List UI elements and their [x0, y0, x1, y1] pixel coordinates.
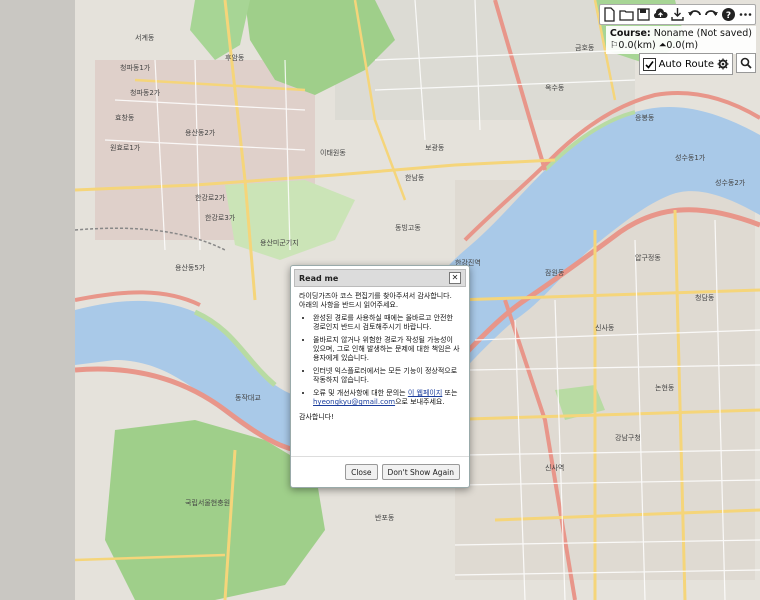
map-place-label: 신사역 — [545, 463, 564, 472]
map-place-label: 원효로1가 — [110, 143, 141, 152]
map-place-label: 용산동5가 — [175, 263, 206, 272]
checkmark-icon — [644, 60, 654, 69]
map-place-label: 성수동2가 — [715, 178, 746, 187]
readme-dialog: Read me ✕ 라이딩가즈아 코스 편집기를 찾아주셔서 감사합니다. 아래의… — [290, 265, 470, 488]
search-icon — [740, 57, 752, 69]
svg-text:?: ? — [726, 11, 731, 21]
map-place-label: 응봉동 — [635, 114, 655, 122]
dialog-titlebar: Read me ✕ — [294, 269, 466, 287]
more-icon — [739, 13, 752, 16]
cloud-upload-button[interactable] — [653, 7, 668, 22]
save-icon — [637, 8, 650, 21]
help-button[interactable]: ? — [721, 7, 736, 22]
contact-prefix: 오류 및 개선사항에 대한 문의는 — [313, 389, 408, 397]
map-place-label: 한남동 — [405, 173, 425, 182]
redo-icon — [705, 10, 718, 16]
course-info: Course: Noname (Not saved) ⚐0.0(km) ⏶0.0… — [605, 26, 756, 54]
dialog-close-icon[interactable]: ✕ — [449, 272, 461, 284]
left-panel — [0, 0, 75, 600]
map-place-label: 청파동2가 — [130, 88, 161, 97]
open-folder-icon — [619, 10, 634, 21]
search-button[interactable] — [736, 53, 756, 73]
email-link[interactable]: hyeongkyu@gmail.com — [313, 398, 395, 406]
contact-suffix: 으로 보내주세요. — [395, 398, 445, 406]
dialog-intro: 라이딩가즈아 코스 편집기를 찾아주셔서 감사합니다. 아래의 사항을 반드시 읽… — [299, 292, 461, 310]
auto-route-checkbox[interactable] — [642, 57, 656, 71]
map-place-label: 성수동1가 — [675, 153, 706, 162]
auto-route-label: Auto Route — [658, 58, 714, 70]
dont-show-again-button[interactable]: Don't Show Again — [381, 464, 460, 480]
new-file-button[interactable] — [602, 7, 617, 22]
redo-button[interactable] — [704, 7, 719, 22]
map-place-label: 한강로3가 — [205, 213, 236, 222]
dialog-bullet: 완성된 경로를 사용하실 때에는 올바르고 안전한 경로인지 반드시 검토해주시… — [313, 314, 461, 332]
map-place-label: 이태원동 — [320, 148, 346, 157]
download-button[interactable] — [670, 7, 685, 22]
course-distance: 0.0(km) — [618, 40, 656, 51]
map-place-label: 반포동 — [375, 513, 395, 522]
map-place-label: 금호동 — [575, 44, 595, 52]
map-place-label: 용산동2가 — [185, 128, 216, 137]
download-icon — [671, 8, 684, 21]
dialog-intro-2: 아래의 사항을 반드시 읽어주세요. — [299, 301, 399, 309]
dialog-intro-1: 라이딩가즈아 코스 편집기를 찾아주셔서 감사합니다. — [299, 292, 452, 300]
settings-gear-icon[interactable] — [717, 58, 729, 70]
undo-button[interactable] — [687, 7, 702, 22]
map-place-label: 동작대교 — [235, 393, 261, 402]
dialog-bullet-list: 완성된 경로를 사용하실 때에는 올바르고 안전한 경로인지 반드시 검토해주시… — [299, 314, 461, 407]
map-place-label: 잠원동 — [545, 268, 565, 277]
map-place-label: 청파동1가 — [120, 63, 151, 72]
dialog-footer: Close Don't Show Again — [291, 456, 469, 487]
course-elevation: 0.0(m) — [666, 40, 699, 51]
main-toolbar: ? — [599, 4, 756, 25]
map-place-label: 압구정동 — [635, 253, 661, 262]
map-place-label: 청담동 — [695, 293, 715, 302]
dialog-bullet-contact: 오류 및 개선사항에 대한 문의는 이 웹페이지 또는 hyeongkyu@gm… — [313, 389, 461, 407]
new-file-icon — [604, 7, 615, 22]
map-place-label: 효창동 — [115, 114, 135, 122]
map-place-label: 한강로2가 — [195, 193, 226, 202]
course-label: Course: — [609, 28, 651, 39]
close-button[interactable]: Close — [345, 464, 378, 480]
map-place-label: 신사동 — [595, 323, 615, 332]
auto-route-toggle[interactable]: Auto Route — [638, 53, 733, 75]
map-place-label: 보광동 — [425, 144, 445, 152]
map-place-label: 논현동 — [655, 384, 675, 392]
dialog-body: 라이딩가즈아 코스 편집기를 찾아주셔서 감사합니다. 아래의 사항을 반드시 읽… — [291, 290, 469, 422]
more-button[interactable] — [738, 7, 753, 22]
dialog-bullet: 인터넷 익스플로러에서는 모든 기능이 정상적으로 작동하지 않습니다. — [313, 367, 461, 385]
undo-icon — [688, 10, 701, 16]
help-icon: ? — [722, 8, 735, 21]
cloud-upload-icon — [653, 8, 668, 19]
map-place-label: 옥수동 — [545, 84, 565, 92]
dialog-thanks: 감사합니다! — [299, 413, 335, 421]
map-place-label: 국립서울현충원 — [185, 498, 230, 507]
open-folder-button[interactable] — [619, 7, 634, 22]
map-place-label: 용산미군기지 — [260, 238, 299, 247]
course-name: Noname (Not saved) — [653, 28, 752, 39]
dialog-bullet: 올바르지 않거나 위험한 경로가 작성될 가능성이 있으며, 그로 인해 발생하… — [313, 336, 461, 363]
contact-mid: 또는 — [442, 389, 458, 397]
route-controls: Auto Route — [638, 53, 756, 75]
save-button[interactable] — [636, 7, 651, 22]
map-place-label: 동빙고동 — [395, 223, 421, 232]
dialog-title: Read me — [299, 273, 339, 283]
webpage-link[interactable]: 이 웹페이지 — [408, 389, 442, 397]
map-place-label: 후암동 — [225, 54, 245, 62]
map-place-label: 강남구청 — [615, 433, 641, 442]
map-place-label: 서계동 — [135, 33, 155, 42]
